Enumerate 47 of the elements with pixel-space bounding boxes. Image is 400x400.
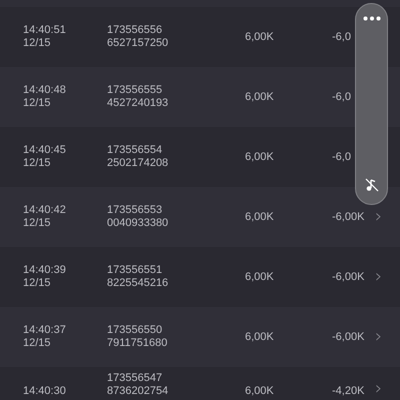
order-number: 173556550: [107, 324, 164, 337]
amount-text: 6,00K: [245, 30, 274, 42]
amount-text: 6,00K: [245, 385, 274, 397]
order-number: 4527240193: [107, 97, 170, 110]
chevron-right-icon[interactable]: ›: [375, 380, 382, 398]
order-number: 8736202754: [107, 385, 170, 398]
order-number: 8225545216: [107, 277, 170, 290]
amount-text: 6,00K: [245, 270, 274, 282]
time-text: 14:40:51: [23, 24, 67, 37]
order-number: 2502174208: [107, 157, 170, 170]
change-text: -6,0: [332, 150, 351, 162]
chevron-right-icon[interactable]: ›: [375, 208, 382, 226]
amount-text: 6,00K: [245, 330, 274, 342]
date-text: 12/15: [23, 157, 52, 170]
date-text: 12/15: [23, 277, 52, 290]
date-text: 12/15: [23, 37, 52, 50]
time-text: 14:40:45: [23, 144, 67, 157]
amount-text: 6,00K: [245, 90, 274, 102]
time-text: 14:40:42: [23, 204, 67, 217]
amount-text: 6,00K: [245, 210, 274, 222]
change-text: -4,20K: [332, 385, 364, 397]
time-text: 14:40:30: [23, 385, 67, 398]
time-text: 14:40:48: [23, 84, 67, 97]
order-number: 7911751680: [107, 337, 168, 350]
order-number: 173556554: [107, 144, 164, 157]
chevron-right-icon[interactable]: ›: [375, 268, 382, 286]
change-text: -6,00K: [332, 210, 364, 222]
change-text: -6,00K: [332, 270, 364, 282]
time-text: 14:40:39: [23, 264, 67, 277]
chevron-right-icon[interactable]: ›: [375, 328, 382, 346]
order-number: 173556547: [107, 372, 164, 385]
muted-music-icon[interactable]: [364, 178, 378, 192]
amount-text: 6,00K: [245, 150, 274, 162]
order-number: 6527157250: [107, 37, 170, 50]
change-text: -6,0: [332, 30, 351, 42]
date-text: 12/15: [23, 97, 52, 110]
time-text: 14:40:37: [23, 324, 67, 337]
order-number: 173556555: [107, 84, 164, 97]
order-number: 0040933380: [107, 217, 170, 230]
date-text: 12/15: [23, 217, 52, 230]
order-number: 173556551: [107, 264, 164, 277]
date-text: 12/15: [23, 337, 52, 350]
change-text: -6,0: [332, 90, 351, 102]
order-number: 173556553: [107, 204, 164, 217]
change-text: -6,00K: [332, 330, 364, 342]
order-number: 173556556: [107, 24, 164, 37]
more-icon[interactable]: [362, 16, 380, 21]
